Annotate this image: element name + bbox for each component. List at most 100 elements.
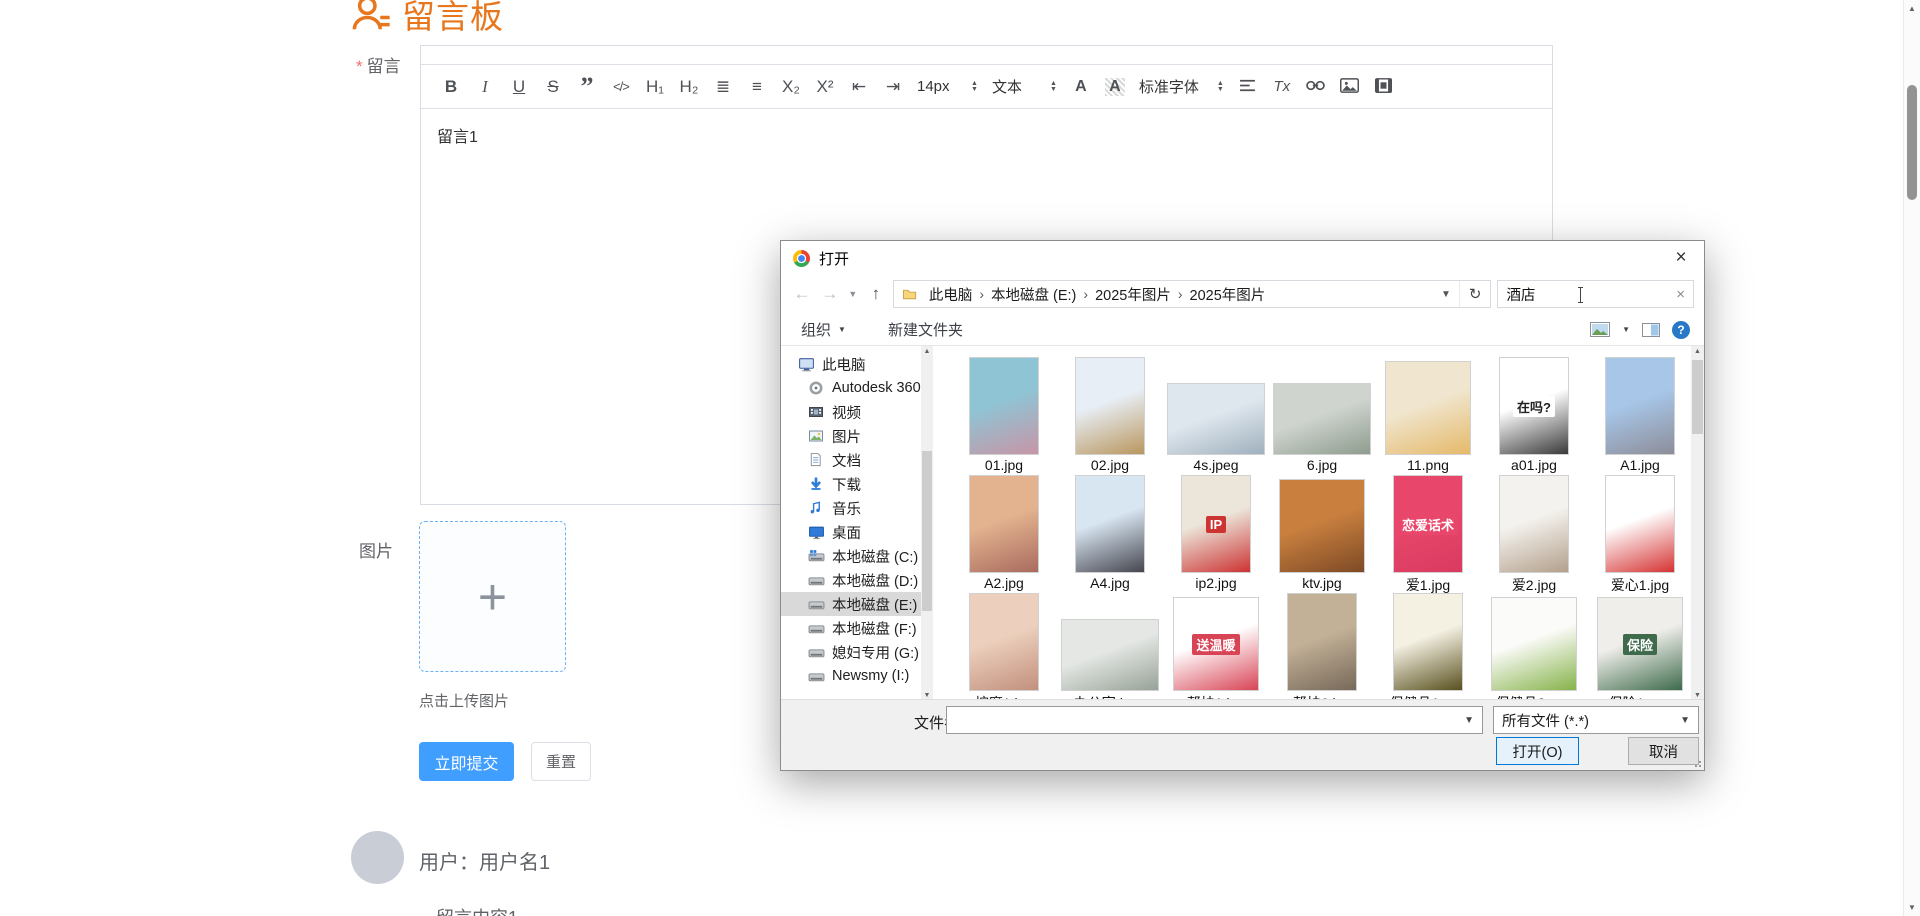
- view-mode-icon[interactable]: [1590, 322, 1611, 337]
- font-background-button[interactable]: A: [1104, 77, 1125, 96]
- code-view-button[interactable]: </>: [611, 80, 631, 93]
- search-input[interactable]: 酒店 ×: [1497, 280, 1695, 308]
- file-item-办公室.jpeg[interactable]: 办公室.jpeg: [1057, 592, 1163, 701]
- scroll-down-icon[interactable]: ▼: [1904, 903, 1920, 912]
- sidebar-item--[interactable]: 音乐: [781, 496, 933, 520]
- file-item-ktv.jpg[interactable]: ktv.jpg: [1269, 474, 1375, 595]
- heading-1-button[interactable]: H₁: [645, 78, 665, 95]
- file-item-帮扶6.jpg[interactable]: 帮扶6.jpg: [1269, 592, 1375, 701]
- heading-2-button[interactable]: H₂: [679, 78, 699, 95]
- font-family-select[interactable]: 标准字体 ▲ ▼: [1139, 76, 1224, 97]
- refresh-icon[interactable]: ↻: [1458, 281, 1491, 307]
- breadcrumb-segment[interactable]: 本地磁盘 (E:): [984, 284, 1083, 305]
- sidebar-item--[interactable]: 下载: [781, 472, 933, 496]
- blockquote-button[interactable]: ”: [577, 73, 597, 99]
- sidebar-item--[interactable]: 视频: [781, 400, 933, 424]
- image-upload-box[interactable]: +: [419, 521, 566, 672]
- address-dropdown-icon[interactable]: ▼: [1433, 289, 1459, 300]
- sidebar-item--[interactable]: 桌面: [781, 520, 933, 544]
- breadcrumb[interactable]: 此电脑 › 本地磁盘 (E:) › 2025年图片 › 2025年图片 ▼ ↻: [892, 280, 1492, 308]
- preview-pane-icon[interactable]: [1642, 322, 1660, 337]
- file-item-A2.jpg[interactable]: A2.jpg: [951, 474, 1057, 595]
- new-folder-button[interactable]: 新建文件夹: [888, 319, 963, 340]
- back-button[interactable]: ←: [791, 284, 813, 304]
- sidebar-item--[interactable]: 文档: [781, 448, 933, 472]
- search-clear-icon[interactable]: ×: [1676, 286, 1685, 303]
- scroll-up-icon[interactable]: ▲: [1904, 4, 1920, 13]
- scrollbar-thumb[interactable]: [1692, 360, 1703, 434]
- file-item-11.png[interactable]: 11.png: [1375, 356, 1481, 473]
- insert-link-button[interactable]: [1306, 78, 1326, 95]
- sidebar-item--c-[interactable]: 本地磁盘 (C:): [781, 544, 933, 568]
- submit-button[interactable]: 立即提交: [419, 742, 514, 781]
- file-item-A1.jpg[interactable]: A1.jpg: [1587, 356, 1690, 473]
- scrollbar-thumb[interactable]: [1907, 85, 1917, 200]
- dialog-titlebar[interactable]: 打开 ×: [781, 241, 1704, 275]
- file-item-按摩1.jpg[interactable]: 按摩1.jpg: [951, 592, 1057, 701]
- sidebar-item-autodesk-360[interactable]: Autodesk 360: [781, 376, 933, 400]
- file-item-6.jpg[interactable]: 6.jpg: [1269, 356, 1375, 473]
- scroll-down-icon[interactable]: ▼: [1691, 692, 1704, 699]
- file-item-02.jpg[interactable]: 02.jpg: [1057, 356, 1163, 473]
- sidebar-item--d-[interactable]: 本地磁盘 (D:): [781, 568, 933, 592]
- superscript-button[interactable]: X²: [815, 78, 835, 95]
- ordered-list-button[interactable]: ≣: [713, 78, 733, 95]
- breadcrumb-segment[interactable]: 此电脑: [922, 284, 980, 305]
- page-scrollbar[interactable]: ▲ ▼: [1903, 0, 1920, 916]
- file-item-4s.jpeg[interactable]: 4s.jpeg: [1163, 356, 1269, 473]
- file-item-帮扶1.jpg[interactable]: 送温暖帮扶1.jpg: [1163, 592, 1269, 701]
- help-button[interactable]: ?: [1672, 320, 1690, 339]
- filename-input[interactable]: ▼: [946, 706, 1483, 734]
- unordered-list-button[interactable]: ≡: [747, 78, 767, 95]
- reset-button[interactable]: 重置: [531, 742, 591, 781]
- font-color-button[interactable]: A: [1071, 78, 1091, 95]
- forward-button[interactable]: →: [819, 284, 841, 304]
- file-item-ip2.jpg[interactable]: IP ip2.jpg: [1163, 474, 1269, 595]
- indent-button[interactable]: ⇥: [883, 78, 903, 95]
- dialog-close-button[interactable]: ×: [1658, 241, 1704, 275]
- format-select[interactable]: 文本 ▲ ▼: [992, 76, 1057, 97]
- resize-grip[interactable]: [1693, 759, 1701, 767]
- scroll-down-icon[interactable]: ▼: [921, 692, 933, 699]
- font-size-select[interactable]: 14px ▲ ▼: [917, 78, 978, 95]
- cancel-button[interactable]: 取消: [1628, 737, 1699, 765]
- italic-button[interactable]: I: [475, 78, 495, 95]
- file-item-爱2.jpg[interactable]: 爱2.jpg: [1481, 474, 1587, 595]
- file-item-爱心1.jpg[interactable]: 爱心1.jpg: [1587, 474, 1690, 595]
- organize-button[interactable]: 组织 ▼: [801, 319, 846, 340]
- subscript-button[interactable]: X₂: [781, 78, 801, 95]
- align-button[interactable]: [1238, 78, 1258, 95]
- sidebar-scrollbar[interactable]: ▲ ▼: [921, 346, 933, 701]
- bold-button[interactable]: B: [441, 78, 461, 95]
- clear-format-button[interactable]: Tx: [1272, 79, 1292, 94]
- sidebar-item--e-[interactable]: 本地磁盘 (E:): [781, 592, 933, 616]
- file-item-保险1.png[interactable]: 保险保险1.png: [1587, 592, 1690, 701]
- sidebar-item--[interactable]: 此电脑: [781, 352, 933, 376]
- file-item-A4.jpg[interactable]: A4.jpg: [1057, 474, 1163, 595]
- underline-button[interactable]: U: [509, 78, 529, 95]
- up-button[interactable]: ↑: [865, 284, 887, 304]
- file-list-scrollbar[interactable]: ▲ ▼: [1691, 346, 1704, 701]
- insert-video-button[interactable]: [1374, 77, 1394, 96]
- insert-image-button[interactable]: [1340, 77, 1360, 96]
- open-button[interactable]: 打开(O): [1496, 737, 1579, 765]
- scrollbar-thumb[interactable]: [922, 451, 932, 611]
- sidebar-item--f-[interactable]: 本地磁盘 (F:): [781, 616, 933, 640]
- file-item-01.jpg[interactable]: 01.jpg: [951, 356, 1057, 473]
- outdent-button[interactable]: ⇤: [849, 78, 869, 95]
- combo-dropdown-icon[interactable]: ▼: [1464, 715, 1474, 726]
- sidebar-item-newsmy-i-[interactable]: Newsmy (I:): [781, 664, 933, 688]
- file-item-a01.jpg[interactable]: 在吗? a01.jpg: [1481, 356, 1587, 473]
- editor-content[interactable]: 留言1: [421, 109, 1552, 161]
- sidebar-item--[interactable]: 图片: [781, 424, 933, 448]
- file-item-爱1.jpg[interactable]: 恋爱话术 爱1.jpg: [1375, 474, 1481, 595]
- file-item-保健品1.png[interactable]: 保健品1.png: [1375, 592, 1481, 701]
- breadcrumb-segment[interactable]: 2025年图片: [1183, 284, 1273, 305]
- strikethrough-button[interactable]: S: [543, 78, 563, 95]
- recent-locations-dropdown-icon[interactable]: ▼: [847, 289, 859, 299]
- scroll-up-icon[interactable]: ▲: [921, 348, 933, 355]
- breadcrumb-segment[interactable]: 2025年图片: [1088, 284, 1178, 305]
- filetype-select[interactable]: 所有文件 (*.*) ▼: [1493, 706, 1699, 734]
- view-mode-dropdown-icon[interactable]: ▼: [1622, 325, 1630, 334]
- sidebar-item--g-[interactable]: 媳妇专用 (G:): [781, 640, 933, 664]
